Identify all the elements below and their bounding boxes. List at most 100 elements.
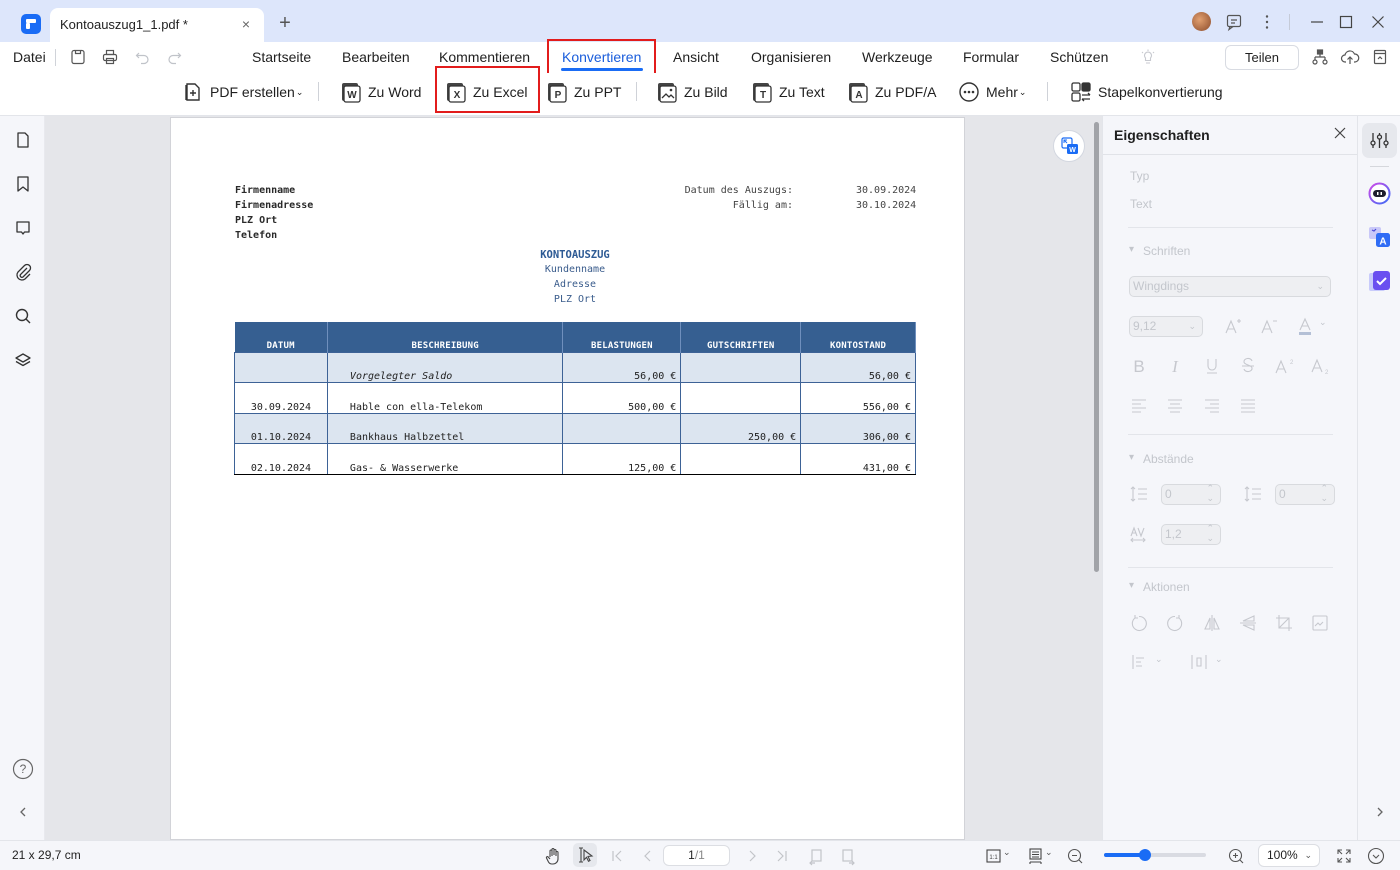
to-ppt-button[interactable]: P Zu PPT	[546, 80, 621, 104]
tab-bearbeiten[interactable]: Bearbeiten	[342, 49, 410, 65]
pdf-page[interactable]: Firmenname Firmenadresse PLZ Ort Telefon…	[170, 117, 965, 840]
crop-icon[interactable]	[1274, 613, 1294, 633]
bookmark-icon[interactable]	[13, 174, 33, 194]
redo-icon[interactable]	[164, 47, 184, 67]
tab-werkzeuge[interactable]: Werkzeuge	[862, 49, 933, 65]
to-text-button[interactable]: T Zu Text	[751, 80, 825, 104]
replace-image-icon[interactable]	[1310, 613, 1330, 633]
zoom-level-select[interactable]: 100% ⌄	[1258, 844, 1320, 867]
user-avatar[interactable]	[1192, 12, 1211, 31]
properties-toggle-button[interactable]	[1362, 123, 1397, 158]
page-thumbnails-icon[interactable]	[13, 130, 33, 150]
zoom-slider-handle[interactable]	[1138, 849, 1151, 861]
translate-icon[interactable]: A	[1368, 226, 1391, 249]
undo-icon[interactable]	[133, 47, 153, 67]
new-tab-button[interactable]: +	[276, 13, 294, 33]
layers-icon[interactable]	[13, 350, 33, 370]
bold-icon[interactable]: B	[1129, 356, 1149, 376]
subscript-icon[interactable]: 2	[1310, 356, 1330, 376]
ai-assistant-icon[interactable]	[1368, 182, 1391, 205]
rotate-left-icon[interactable]	[1129, 613, 1149, 633]
collapse-ribbon-icon[interactable]	[1370, 47, 1390, 67]
stepper-icon[interactable]: ⌃ ⌄	[1320, 483, 1328, 503]
previous-page-icon[interactable]	[638, 846, 658, 866]
vertical-scrollbar[interactable]	[1094, 122, 1099, 572]
comment-icon[interactable]	[13, 218, 33, 238]
attachment-icon[interactable]	[13, 262, 33, 282]
maximize-button[interactable]	[1336, 12, 1356, 32]
increase-font-icon[interactable]	[1223, 316, 1243, 336]
batch-convert-button[interactable]: Stapelkonvertierung	[1070, 80, 1223, 104]
save-icon[interactable]	[68, 47, 88, 67]
lightbulb-icon[interactable]	[1138, 47, 1158, 67]
chevron-down-icon[interactable]: ⌄	[1045, 847, 1053, 858]
to-pdfa-button[interactable]: A Zu PDF/A	[847, 80, 936, 104]
more-button[interactable]: Mehr ⌄	[958, 80, 1026, 104]
pdf-create-button[interactable]: PDF erstellen ⌄	[182, 80, 303, 104]
line-spacing-input[interactable]: 0 ⌃ ⌄	[1161, 483, 1221, 505]
chevron-down-icon[interactable]: ⌄	[1215, 654, 1223, 665]
paragraph-spacing-input[interactable]: 0 ⌃ ⌄	[1275, 483, 1335, 505]
distribute-objects-icon[interactable]	[1189, 652, 1209, 672]
tab-startseite[interactable]: Startseite	[252, 49, 311, 65]
rotate-view-left-icon[interactable]	[806, 846, 826, 866]
tab-organisieren[interactable]: Organisieren	[751, 49, 831, 65]
tab-ansicht[interactable]: Ansicht	[673, 49, 719, 65]
cloud-upload-icon[interactable]	[1340, 47, 1360, 67]
strikethrough-icon[interactable]	[1238, 356, 1258, 376]
select-tool-button[interactable]	[573, 843, 597, 867]
print-icon[interactable]	[100, 47, 120, 67]
fonts-section-title[interactable]: Schriften	[1129, 244, 1190, 258]
feedback-icon[interactable]	[1224, 12, 1244, 32]
spacing-section-title[interactable]: Abstände	[1129, 452, 1194, 466]
page-number-input[interactable]: 1/1	[663, 845, 730, 866]
tab-schuetzen[interactable]: Schützen	[1050, 49, 1108, 65]
font-color-icon[interactable]	[1295, 316, 1315, 336]
more-options-icon[interactable]	[1257, 12, 1277, 32]
last-page-icon[interactable]	[772, 846, 792, 866]
more-view-options-icon[interactable]	[1366, 846, 1386, 866]
actual-size-icon[interactable]: 1:1	[984, 846, 1004, 866]
next-page-icon[interactable]	[742, 846, 762, 866]
font-family-select[interactable]: Wingdings ⌄	[1129, 276, 1331, 297]
align-right-icon[interactable]	[1202, 395, 1222, 415]
flip-vertical-icon[interactable]	[1238, 613, 1258, 633]
document-tab[interactable]: Kontoauszug1_1.pdf * ×	[50, 8, 264, 42]
zoom-slider[interactable]	[1104, 849, 1206, 861]
stepper-icon[interactable]: ⌃ ⌄	[1206, 523, 1214, 543]
rotate-view-right-icon[interactable]	[838, 846, 858, 866]
chevron-down-icon[interactable]: ⌄	[1319, 317, 1327, 328]
file-menu[interactable]: Datei	[13, 49, 46, 65]
first-page-icon[interactable]	[607, 846, 627, 866]
zoom-out-icon[interactable]	[1065, 846, 1085, 866]
floating-to-word-button[interactable]: W	[1053, 130, 1085, 162]
minimize-button[interactable]	[1307, 12, 1327, 32]
close-panel-icon[interactable]	[1333, 126, 1347, 140]
task-check-icon[interactable]	[1368, 270, 1391, 293]
fullscreen-icon[interactable]	[1334, 846, 1354, 866]
decrease-font-icon[interactable]	[1259, 316, 1279, 336]
close-tab-icon[interactable]: ×	[238, 16, 254, 32]
rotate-right-icon[interactable]	[1165, 613, 1185, 633]
connect-icon[interactable]	[1310, 47, 1330, 67]
help-icon[interactable]: ?	[12, 758, 34, 780]
page-layout-icon[interactable]	[1026, 846, 1046, 866]
to-image-button[interactable]: Zu Bild	[656, 80, 728, 104]
superscript-icon[interactable]: 2	[1274, 356, 1294, 376]
chevron-down-icon[interactable]: ⌄	[1155, 654, 1163, 665]
share-button[interactable]: Teilen	[1225, 45, 1299, 70]
search-icon[interactable]	[13, 306, 33, 326]
italic-icon[interactable]: I	[1165, 356, 1185, 376]
actions-section-title[interactable]: Aktionen	[1129, 580, 1190, 594]
close-window-button[interactable]	[1368, 12, 1388, 32]
align-left-icon[interactable]	[1129, 395, 1149, 415]
flip-horizontal-icon[interactable]	[1202, 613, 1222, 633]
tab-formular[interactable]: Formular	[963, 49, 1019, 65]
char-spacing-input[interactable]: 1,2 ⌃ ⌄	[1161, 523, 1221, 545]
stepper-icon[interactable]: ⌃ ⌄	[1206, 483, 1214, 503]
hand-tool-icon[interactable]	[543, 846, 563, 866]
underline-icon[interactable]	[1202, 356, 1222, 376]
align-objects-icon[interactable]	[1129, 652, 1149, 672]
collapse-left-icon[interactable]	[13, 802, 33, 822]
align-center-icon[interactable]	[1165, 395, 1185, 415]
